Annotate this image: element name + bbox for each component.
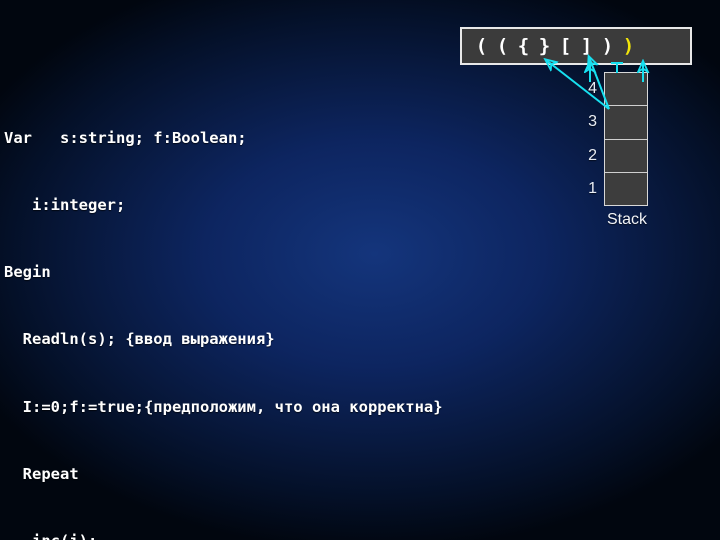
- expression-char: (: [496, 35, 509, 57]
- stack-index-label: 4: [588, 79, 597, 97]
- stack-cell: [605, 106, 647, 140]
- slide-canvas: Var s:string; f:Boolean; i:integer; Begi…: [0, 0, 720, 540]
- code-line: inc(i);: [4, 530, 644, 540]
- code-line: I:=0;f:=true;{предположим, что она корре…: [4, 397, 443, 416]
- stack-cell: [605, 172, 647, 205]
- stack-index-label: 3: [588, 113, 597, 131]
- expression-char: }: [538, 35, 551, 57]
- stack-cell: [605, 139, 647, 173]
- expression-char: [: [559, 35, 572, 57]
- stack-index-label: 2: [588, 146, 597, 164]
- code-line: Repeat: [4, 464, 79, 483]
- stack-cell: [605, 73, 647, 107]
- expression-char: ): [601, 35, 614, 57]
- bracket-expression-box: ( ( { } [ ] ) ): [460, 27, 692, 65]
- stack-index-label: 1: [588, 180, 597, 198]
- code-line: Var s:string; f:Boolean;: [4, 128, 247, 147]
- code-line: Readln(s); {ввод выражения}: [4, 330, 275, 349]
- stack-index-column: 4 3 2 1: [572, 72, 600, 206]
- code-line: i:integer;: [4, 196, 126, 215]
- stack-caption: Stack: [606, 211, 647, 228]
- stack-cell-column: [604, 72, 648, 206]
- code-line: Begin: [4, 263, 51, 282]
- expression-char: ]: [580, 35, 593, 57]
- expression-char: {: [517, 35, 530, 57]
- pascal-code-listing: Var s:string; f:Boolean; i:integer; Begi…: [4, 82, 644, 540]
- expression-char-highlighted: ): [622, 35, 635, 57]
- expression-char: (: [475, 35, 488, 57]
